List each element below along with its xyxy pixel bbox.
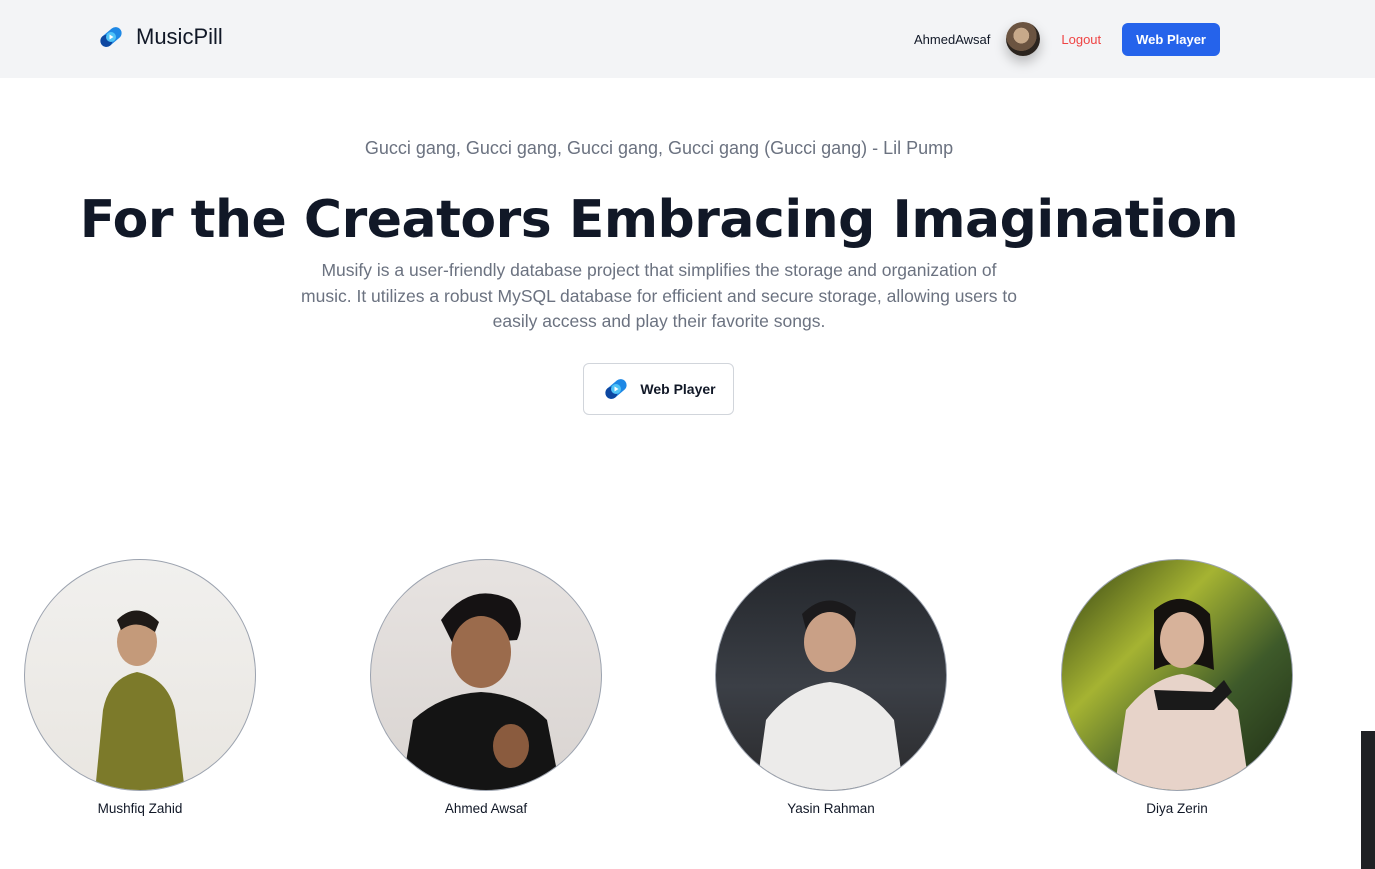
side-panel-edge xyxy=(1361,731,1375,869)
team-member: Ahmed Awsaf xyxy=(370,559,602,816)
nav-actions: AhmedAwsaf Logout Web Player xyxy=(914,22,1220,56)
member-photo xyxy=(370,559,602,791)
user-avatar[interactable] xyxy=(1006,22,1041,56)
hero-headline: For the Creators Embracing Imagination xyxy=(79,190,1239,250)
musicpill-logo-icon xyxy=(605,379,627,399)
person-silhouette xyxy=(401,593,561,790)
team-member: Yasin Rahman xyxy=(715,559,947,816)
member-name: Yasin Rahman xyxy=(787,801,875,816)
team-member: Diya Zerin xyxy=(1061,559,1293,816)
member-photo xyxy=(1061,559,1293,791)
team-section: Mushfiq Zahid Ahmed Awsaf Yasin Rahman D… xyxy=(0,559,1375,829)
team-member: Mushfiq Zahid xyxy=(24,559,256,816)
lyric-quote: Gucci gang, Gucci gang, Gucci gang, Gucc… xyxy=(364,138,954,158)
brand[interactable]: MusicPill xyxy=(96,22,223,52)
username-label: AhmedAwsaf xyxy=(914,31,991,47)
member-photo xyxy=(715,559,947,791)
person-silhouette xyxy=(95,610,185,790)
member-name: Diya Zerin xyxy=(1146,801,1208,816)
web-player-nav-button[interactable]: Web Player xyxy=(1122,22,1220,56)
top-navbar: MusicPill AhmedAwsaf Logout Web Player xyxy=(0,0,1375,78)
musicpill-logo-icon xyxy=(100,27,122,47)
hero-description: Musify is a user-friendly database proje… xyxy=(301,260,1017,331)
web-player-hero-button[interactable]: Web Player xyxy=(583,363,734,415)
member-name: Mushfiq Zahid xyxy=(97,801,183,816)
member-name: Ahmed Awsaf xyxy=(444,801,528,816)
web-player-hero-label: Web Player xyxy=(640,381,716,397)
logout-link[interactable]: Logout xyxy=(1061,32,1101,47)
person-silhouette xyxy=(756,600,904,790)
member-photo xyxy=(24,559,256,791)
person-silhouette xyxy=(1114,598,1250,790)
brand-name: MusicPill xyxy=(136,24,223,49)
